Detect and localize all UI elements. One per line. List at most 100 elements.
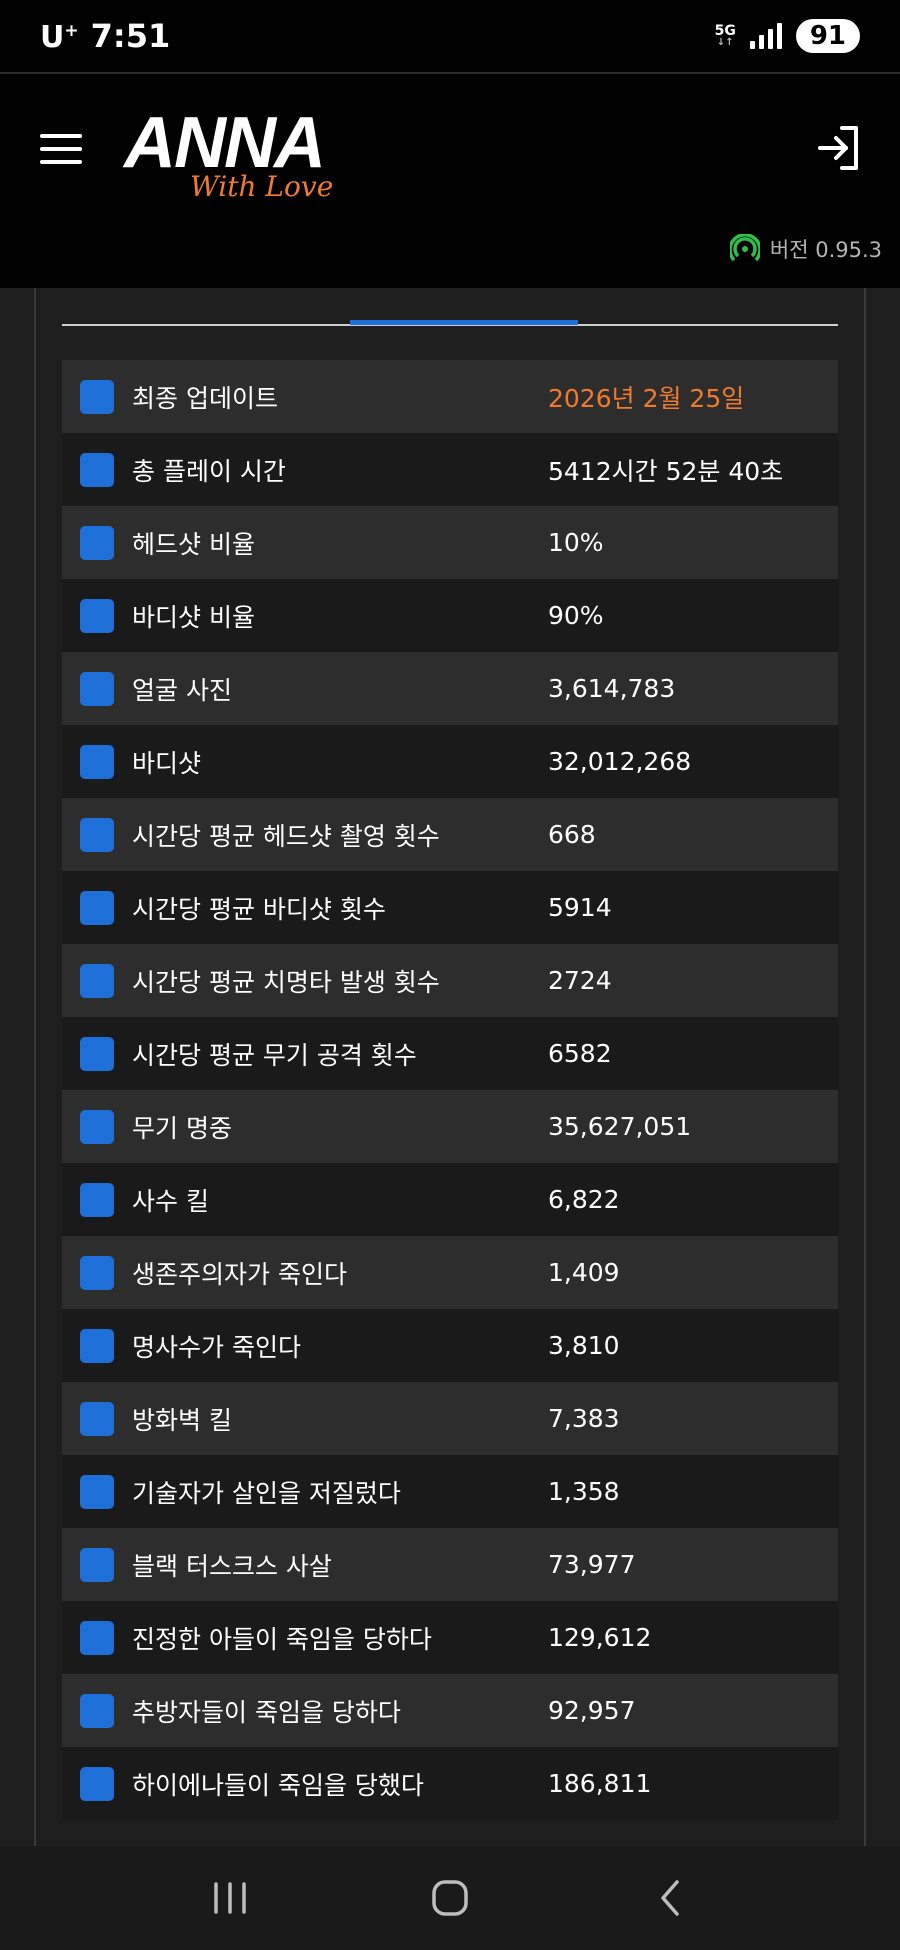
status-left: U+ 7:51 bbox=[40, 17, 170, 55]
hamburger-menu-icon[interactable] bbox=[40, 134, 82, 164]
stat-row: 총 플레이 시간 5412시간 52분 40초 bbox=[62, 433, 838, 506]
stat-value: 129,612 bbox=[548, 1623, 652, 1652]
stat-value: 1,409 bbox=[548, 1258, 620, 1287]
stat-value: 5914 bbox=[548, 893, 612, 922]
stat-row: 하이에나들이 죽임을 당했다 186,811 bbox=[62, 1747, 838, 1820]
battery-indicator: 91 bbox=[795, 19, 860, 53]
stat-label: 명사수가 죽인다 bbox=[132, 1332, 301, 1362]
version-info: 버전 0.95.3 bbox=[729, 234, 882, 264]
app-header: ANNA With Love 버전 0.95.3 bbox=[0, 72, 900, 288]
back-button[interactable] bbox=[640, 1868, 700, 1928]
stat-row: 생존주의자가 죽인다 1,409 bbox=[62, 1236, 838, 1309]
checkbox-icon[interactable] bbox=[80, 1401, 114, 1436]
stat-label: 시간당 평균 헤드샷 촬영 횟수 bbox=[132, 821, 440, 851]
stat-label: 시간당 평균 치명타 발생 횟수 bbox=[132, 967, 440, 997]
stat-row: 방화벽 킬 7,383 bbox=[62, 1382, 838, 1455]
logo-subtitle: With Love bbox=[190, 170, 334, 203]
login-icon[interactable] bbox=[814, 124, 862, 172]
stat-label: 기술자가 살인을 저질렀다 bbox=[132, 1478, 401, 1508]
system-nav-bar bbox=[0, 1846, 900, 1950]
stat-row: 진정한 아들이 죽임을 당하다 129,612 bbox=[62, 1601, 838, 1674]
signal-strength-icon bbox=[749, 23, 782, 49]
checkbox-icon[interactable] bbox=[80, 744, 114, 779]
checkbox-icon[interactable] bbox=[80, 1474, 114, 1509]
stat-row: 헤드샷 비율 10% bbox=[62, 506, 838, 579]
stat-label: 블랙 터스크스 사살 bbox=[132, 1551, 332, 1581]
recent-apps-button[interactable] bbox=[200, 1868, 260, 1928]
tab-active-indicator bbox=[350, 320, 578, 325]
home-button[interactable] bbox=[420, 1868, 480, 1928]
stat-value: 3,810 bbox=[548, 1331, 620, 1360]
stat-value: 5412시간 52분 40초 bbox=[548, 456, 784, 486]
stat-row: 시간당 평균 치명타 발생 횟수 2724 bbox=[62, 944, 838, 1017]
stat-row: 바디샷 비율 90% bbox=[62, 579, 838, 652]
stat-row: 추방자들이 죽임을 당하다 92,957 bbox=[62, 1674, 838, 1747]
checkbox-icon[interactable] bbox=[80, 1547, 114, 1582]
checkbox-icon[interactable] bbox=[80, 598, 114, 633]
stats-list: 최종 업데이트 2026년 2월 25일총 플레이 시간 5412시간 52분 40… bbox=[62, 360, 838, 1820]
checkbox-icon[interactable] bbox=[80, 671, 114, 706]
stat-label: 사수 킬 bbox=[132, 1186, 209, 1216]
stat-row: 사수 킬 6,822 bbox=[62, 1163, 838, 1236]
stat-value: 2724 bbox=[548, 966, 612, 995]
stat-label: 시간당 평균 바디샷 횟수 bbox=[132, 894, 386, 924]
checkbox-icon[interactable] bbox=[80, 1182, 114, 1217]
checkbox-icon[interactable] bbox=[80, 1109, 114, 1144]
stat-row: 블랙 터스크스 사살 73,977 bbox=[62, 1528, 838, 1601]
stat-row: 시간당 평균 무기 공격 횟수 6582 bbox=[62, 1017, 838, 1090]
stat-row: 시간당 평균 바디샷 횟수 5914 bbox=[62, 871, 838, 944]
checkbox-icon[interactable] bbox=[80, 525, 114, 560]
checkbox-icon[interactable] bbox=[80, 1255, 114, 1290]
stat-label: 진정한 아들이 죽임을 당하다 bbox=[132, 1624, 432, 1654]
checkbox-icon[interactable] bbox=[80, 890, 114, 925]
broadcast-icon bbox=[729, 234, 760, 262]
checkbox-icon[interactable] bbox=[80, 379, 114, 414]
stat-label: 헤드샷 비율 bbox=[132, 529, 255, 559]
stat-label: 추방자들이 죽임을 당하다 bbox=[132, 1697, 401, 1727]
stat-row: 시간당 평균 헤드샷 촬영 횟수 668 bbox=[62, 798, 838, 871]
checkbox-icon[interactable] bbox=[80, 1620, 114, 1655]
stat-value: 10% bbox=[548, 528, 604, 557]
network-5g-icon: 5G ↓↑ bbox=[714, 23, 736, 48]
status-bar: U+ 7:51 5G ↓↑ 91 bbox=[0, 0, 900, 72]
stat-label: 최종 업데이트 bbox=[132, 383, 278, 413]
stat-value: 32,012,268 bbox=[548, 747, 692, 776]
stat-value: 668 bbox=[548, 820, 596, 849]
carrier-label: U+ bbox=[40, 20, 79, 55]
checkbox-icon[interactable] bbox=[80, 963, 114, 998]
stat-value: 2026년 2월 25일 bbox=[548, 383, 745, 413]
status-right: 5G ↓↑ 91 bbox=[715, 19, 860, 53]
stat-value: 35,627,051 bbox=[548, 1112, 692, 1141]
stat-row: 얼굴 사진 3,614,783 bbox=[62, 652, 838, 725]
checkbox-icon[interactable] bbox=[80, 1693, 114, 1728]
stat-label: 생존주의자가 죽인다 bbox=[132, 1259, 347, 1289]
stat-value: 7,383 bbox=[548, 1404, 620, 1433]
clock: 7:51 bbox=[90, 17, 171, 55]
stat-label: 하이에나들이 죽임을 당했다 bbox=[132, 1770, 424, 1800]
stat-label: 방화벽 킬 bbox=[132, 1405, 232, 1435]
stat-value: 92,957 bbox=[548, 1696, 636, 1725]
app-logo[interactable]: ANNA With Love bbox=[124, 104, 333, 203]
checkbox-icon[interactable] bbox=[80, 817, 114, 852]
stat-label: 총 플레이 시간 bbox=[132, 456, 286, 486]
stat-row: 바디샷 32,012,268 bbox=[62, 725, 838, 798]
version-text: 버전 0.95.3 bbox=[769, 238, 882, 262]
checkbox-icon[interactable] bbox=[80, 452, 114, 487]
checkbox-icon[interactable] bbox=[80, 1766, 114, 1801]
stat-row: 기술자가 살인을 저질렀다 1,358 bbox=[62, 1455, 838, 1528]
stat-value: 90% bbox=[548, 601, 604, 630]
stat-value: 3,614,783 bbox=[548, 674, 676, 703]
stat-value: 6582 bbox=[548, 1039, 612, 1068]
stat-row: 명사수가 죽인다 3,810 bbox=[62, 1309, 838, 1382]
stat-label: 바디샷 bbox=[132, 748, 202, 778]
stat-value: 1,358 bbox=[548, 1477, 620, 1506]
stat-label: 시간당 평균 무기 공격 횟수 bbox=[132, 1040, 417, 1070]
page: U+ 7:51 5G ↓↑ 91 ANNA With Love 버전 0.95.… bbox=[0, 0, 900, 1950]
checkbox-icon[interactable] bbox=[80, 1036, 114, 1071]
stat-value: 6,822 bbox=[548, 1185, 620, 1214]
stat-row: 무기 명중 35,627,051 bbox=[62, 1090, 838, 1163]
checkbox-icon[interactable] bbox=[80, 1328, 114, 1363]
stat-row: 최종 업데이트 2026년 2월 25일 bbox=[62, 360, 838, 433]
stat-label: 무기 명중 bbox=[132, 1113, 232, 1143]
stat-label: 얼굴 사진 bbox=[132, 675, 232, 705]
